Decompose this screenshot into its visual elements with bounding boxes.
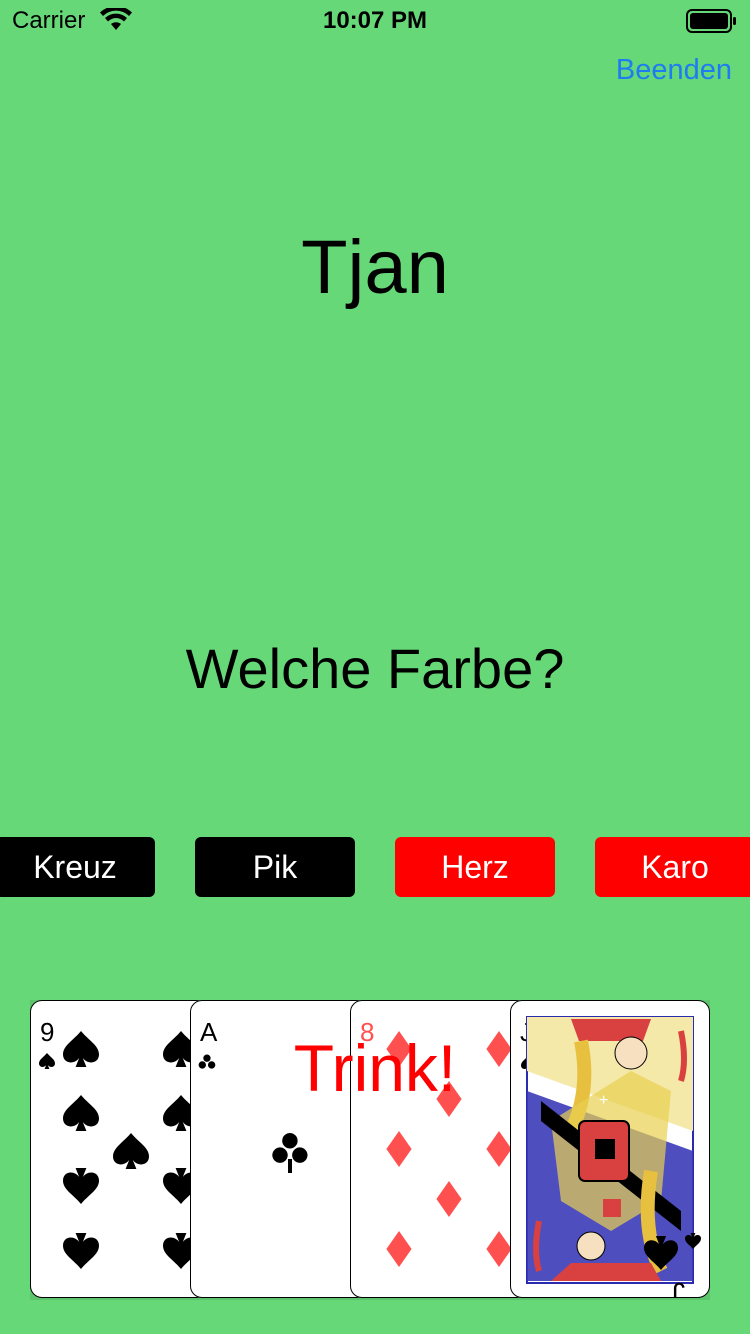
- clock: 10:07 PM: [322, 7, 428, 34]
- result-text: Trink!: [293, 1031, 457, 1105]
- spade-icon: [63, 1168, 99, 1204]
- club-icon: [272, 1133, 308, 1163]
- diamond-icon: [386, 1131, 412, 1167]
- diamond-icon: [486, 1231, 512, 1267]
- card-4-rank-bottom: J: [672, 1277, 685, 1298]
- quit-button[interactable]: Beenden: [616, 54, 732, 87]
- suit-button-kreuz[interactable]: Kreuz: [0, 837, 155, 897]
- suit-button-pik[interactable]: Pik: [195, 837, 355, 897]
- spade-icon: [113, 1133, 149, 1169]
- question-text: Welche Farbe?: [185, 637, 565, 700]
- status-bar: Carrier 10:07 PM: [0, 0, 750, 40]
- diamond-icon: [486, 1131, 512, 1167]
- suit-button-herz[interactable]: Herz: [395, 837, 555, 897]
- spade-icon: [63, 1233, 99, 1269]
- diamond-icon: [386, 1231, 412, 1267]
- diamond-icon: [436, 1181, 462, 1217]
- suit-button-karo[interactable]: Karo: [595, 837, 750, 897]
- battery-icon: [686, 9, 738, 38]
- player-name: Tjan: [301, 225, 449, 310]
